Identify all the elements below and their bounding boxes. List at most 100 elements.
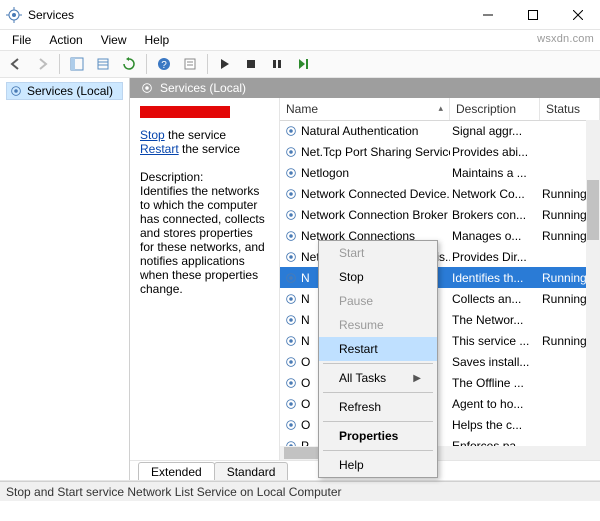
service-name-text: N <box>301 292 310 306</box>
toolbar-separator <box>59 54 60 74</box>
restart-service-button[interactable] <box>291 53 315 75</box>
ctx-all-tasks-label: All Tasks <box>339 371 386 385</box>
column-description[interactable]: Description <box>450 98 540 120</box>
gear-icon <box>9 84 23 98</box>
column-status[interactable]: Status <box>540 98 600 120</box>
stop-suffix: the service <box>165 128 226 142</box>
service-name-text: O <box>301 418 310 432</box>
pane-header: Services (Local) <box>130 78 600 98</box>
service-row[interactable]: Network Connection BrokerBrokers con...R… <box>280 204 586 225</box>
ctx-separator <box>323 421 433 422</box>
cell-description: Helps the c... <box>450 418 540 432</box>
back-button[interactable] <box>4 53 28 75</box>
cell-description: Brokers con... <box>450 208 540 222</box>
cell-description: Maintains a ... <box>450 166 540 180</box>
ctx-stop[interactable]: Stop <box>319 265 437 289</box>
restart-service-link[interactable]: Restart <box>140 142 179 156</box>
help-button[interactable]: ? <box>152 53 176 75</box>
service-name-text: N <box>301 334 310 348</box>
svg-text:?: ? <box>161 60 167 71</box>
service-row[interactable]: Net.Tcp Port Sharing ServiceProvides abi… <box>280 141 586 162</box>
service-name-text: N <box>301 313 310 327</box>
submenu-arrow-icon: ▶ <box>413 373 421 384</box>
cell-description: The Networ... <box>450 313 540 327</box>
scrollbar-thumb[interactable] <box>587 180 599 240</box>
ctx-help[interactable]: Help <box>319 453 437 477</box>
pause-service-button[interactable] <box>265 53 289 75</box>
ctx-separator <box>323 450 433 451</box>
toolbar: ? <box>0 50 600 78</box>
vertical-scrollbar[interactable] <box>586 120 600 446</box>
service-name-text: O <box>301 376 310 390</box>
ctx-refresh[interactable]: Refresh <box>319 395 437 419</box>
titlebar: Services <box>0 0 600 30</box>
cell-name: Natural Authentication <box>280 124 450 138</box>
properties-button[interactable] <box>178 53 202 75</box>
menu-file[interactable]: File <box>4 31 39 49</box>
service-row[interactable]: NetlogonMaintains a ... <box>280 162 586 183</box>
tab-extended[interactable]: Extended <box>138 462 215 480</box>
cell-name: Netlogon <box>280 166 450 180</box>
refresh-button[interactable] <box>117 53 141 75</box>
cell-name: Net.Tcp Port Sharing Service <box>280 145 450 159</box>
gear-icon <box>284 229 298 243</box>
gear-icon <box>284 187 298 201</box>
sort-asc-icon: ▴ <box>438 103 443 114</box>
column-name[interactable]: Name▴ <box>280 98 450 120</box>
cell-description: Signal aggr... <box>450 124 540 138</box>
cell-status: Running <box>540 229 586 243</box>
cell-name: Network Connected Device... <box>280 187 450 201</box>
maximize-button[interactable] <box>510 0 555 30</box>
gear-icon <box>284 292 298 306</box>
tree-root-services-local[interactable]: Services (Local) <box>6 82 123 100</box>
minimize-button[interactable] <box>465 0 510 30</box>
gear-icon <box>284 334 298 348</box>
action-restart-line: Restart the service <box>140 142 269 156</box>
service-name-text: Natural Authentication <box>301 124 418 138</box>
service-name-text: P <box>301 439 309 447</box>
show-hide-console-tree-button[interactable] <box>65 53 89 75</box>
ctx-properties[interactable]: Properties <box>319 424 437 448</box>
cell-description: Identifies th... <box>450 271 540 285</box>
window-title: Services <box>28 8 74 22</box>
forward-button[interactable] <box>30 53 54 75</box>
service-name-text: O <box>301 397 310 411</box>
menu-help[interactable]: Help <box>137 31 178 49</box>
close-button[interactable] <box>555 0 600 30</box>
gear-icon <box>284 397 298 411</box>
tab-standard[interactable]: Standard <box>214 462 289 480</box>
cell-description: Provides Dir... <box>450 250 540 264</box>
ctx-restart[interactable]: Restart <box>319 337 437 361</box>
gear-icon <box>284 166 298 180</box>
service-name-text: O <box>301 355 310 369</box>
start-service-button[interactable] <box>213 53 237 75</box>
cell-description: Agent to ho... <box>450 397 540 411</box>
export-list-button[interactable] <box>91 53 115 75</box>
menu-view[interactable]: View <box>93 31 135 49</box>
console-tree: Services (Local) <box>0 78 130 480</box>
ctx-separator <box>323 392 433 393</box>
cell-status: Running <box>540 292 586 306</box>
cell-description: Saves install... <box>450 355 540 369</box>
service-row[interactable]: Natural Authentication Signal aggr... <box>280 120 586 141</box>
redacted-service-name <box>140 106 230 118</box>
gear-icon <box>284 208 298 222</box>
stop-service-button[interactable] <box>239 53 263 75</box>
stop-service-link[interactable]: Stop <box>140 128 165 142</box>
context-menu: Start Stop Pause Resume Restart All Task… <box>318 240 438 478</box>
gear-icon <box>284 355 298 369</box>
cell-status: Running <box>540 271 586 285</box>
cell-description: Network Co... <box>450 187 540 201</box>
extended-info-panel: Stop the service Restart the service Des… <box>130 98 280 460</box>
cell-status: Running <box>540 187 586 201</box>
workarea: Services (Local) Services (Local) Stop t… <box>0 78 600 481</box>
ctx-all-tasks[interactable]: All Tasks ▶ <box>319 366 437 390</box>
menu-action[interactable]: Action <box>41 31 90 49</box>
cell-description: Provides abi... <box>450 145 540 159</box>
statusbar-text: Stop and Start service Network List Serv… <box>6 485 341 499</box>
gear-icon <box>284 313 298 327</box>
service-row[interactable]: Network Connected Device...Network Co...… <box>280 183 586 204</box>
gear-icon <box>284 418 298 432</box>
service-name-text: Network Connected Device... <box>301 187 450 201</box>
toolbar-separator <box>207 54 208 74</box>
